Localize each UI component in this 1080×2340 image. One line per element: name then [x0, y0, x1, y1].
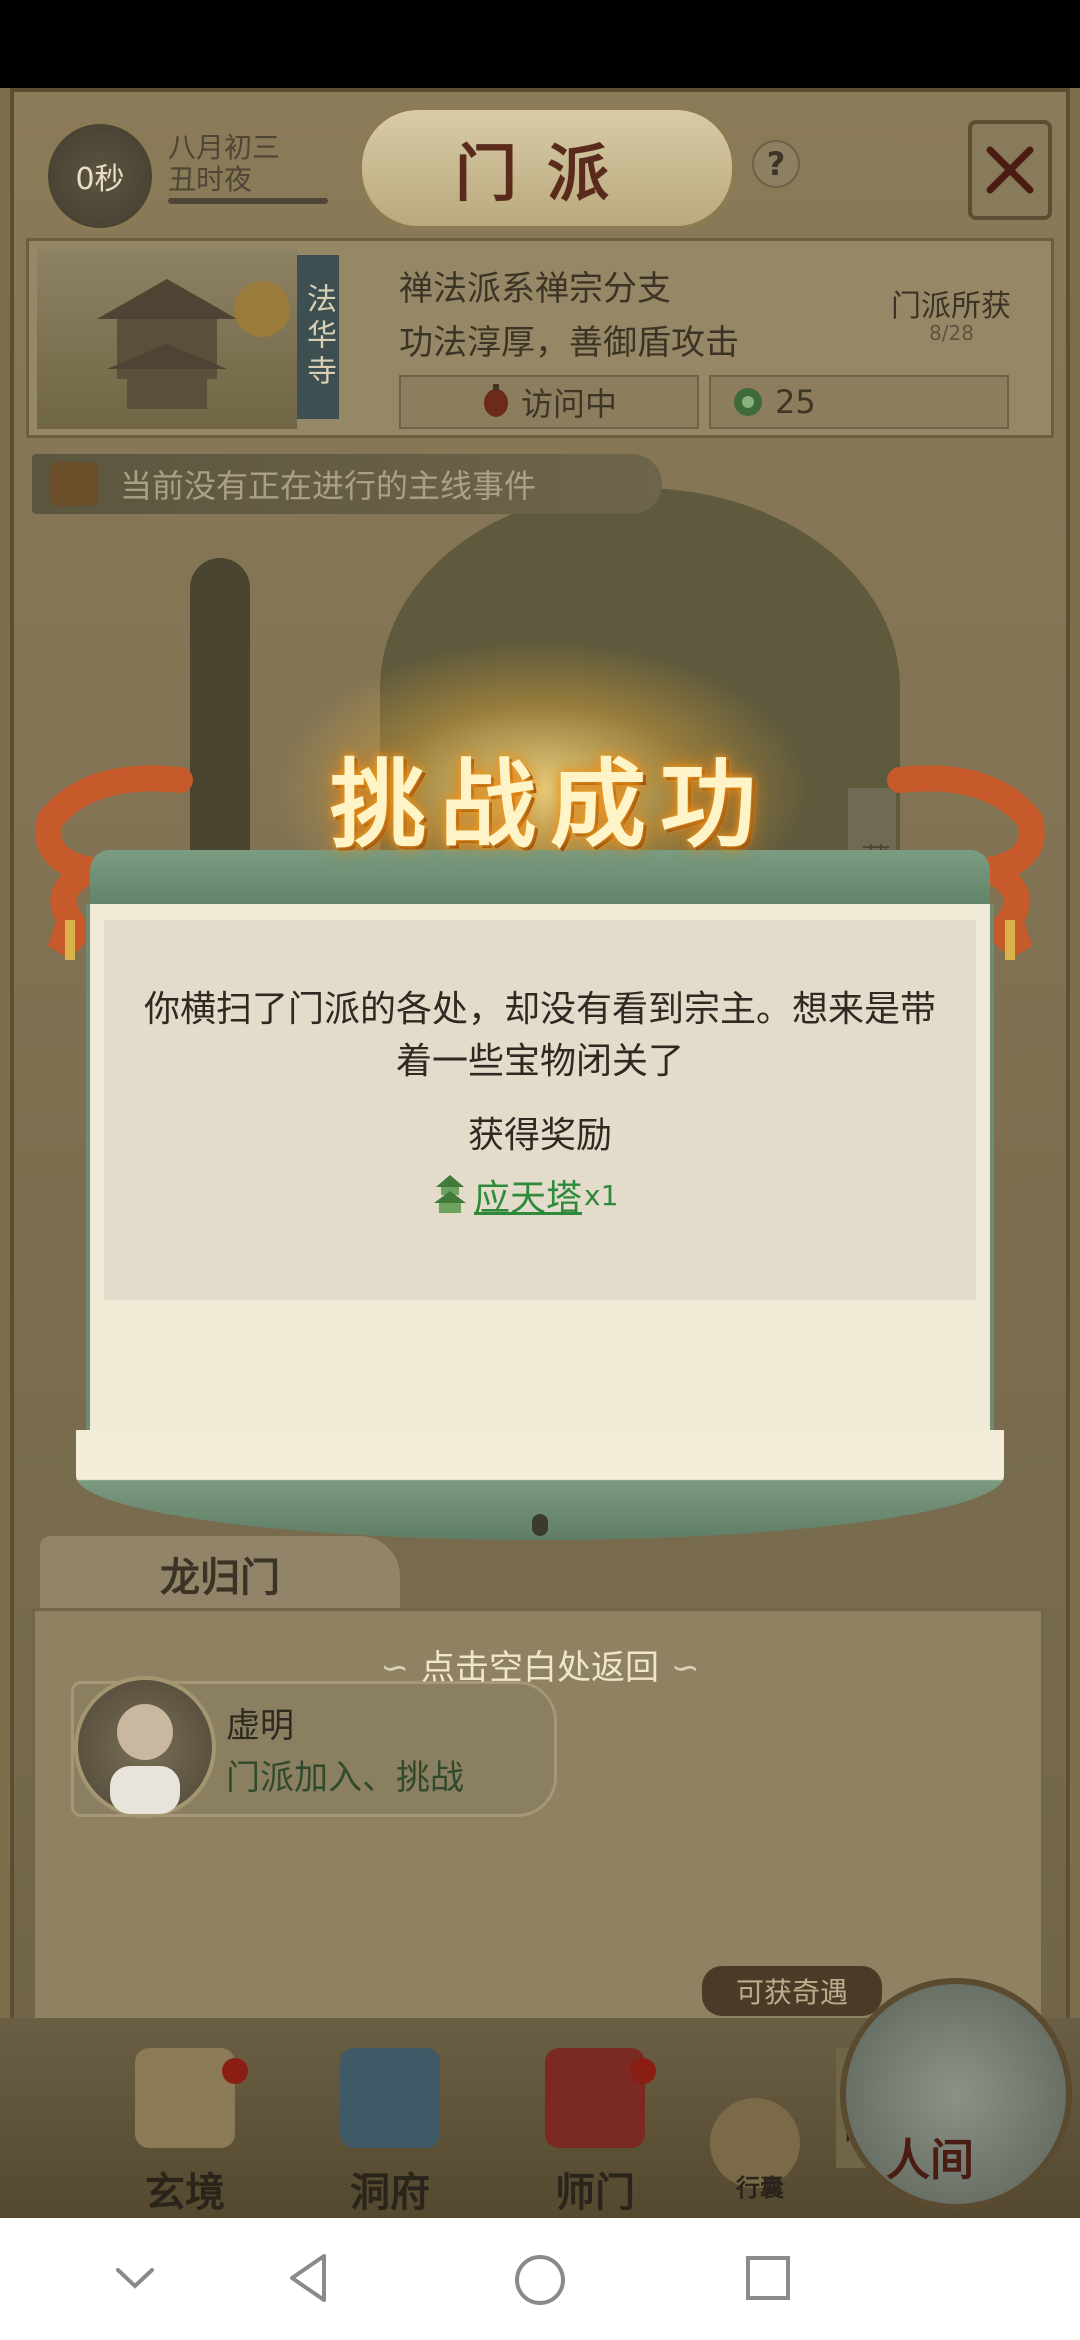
reward-heading: 获得奖励	[467, 1115, 612, 1156]
recents-icon[interactable]	[740, 2250, 796, 2306]
reward-item-name[interactable]: 应天塔	[474, 1169, 582, 1221]
chevron-down-icon[interactable]	[110, 2258, 160, 2298]
reward-item[interactable]: 应天塔 x1	[430, 1170, 690, 1220]
swirl-right-icon: ∽	[671, 1648, 700, 1688]
success-modal[interactable]: 挑战成功 你横扫了门派的各处，却没有看到宗主。想来是带着一些宝物闭关了 获得奖励…	[0, 0, 1080, 2340]
scroll-pin-icon	[532, 1514, 548, 1536]
tap-to-return-hint[interactable]: ∽ 点击空白处返回 ∽	[0, 1640, 1080, 1689]
system-nav-bar	[0, 2218, 1080, 2340]
result-message: 你横扫了门派的各处，却没有看到宗主。想来是带着一些宝物闭关了	[143, 989, 936, 1082]
pagoda-icon	[434, 1175, 466, 1213]
reward-quantity: x1	[584, 1178, 619, 1212]
back-icon[interactable]	[280, 2248, 336, 2308]
swirl-left-icon: ∽	[380, 1648, 410, 1688]
tap-hint-text: 点击空白处返回	[421, 1648, 659, 1688]
home-icon[interactable]	[510, 2250, 570, 2310]
success-title: 挑战成功	[330, 748, 770, 861]
